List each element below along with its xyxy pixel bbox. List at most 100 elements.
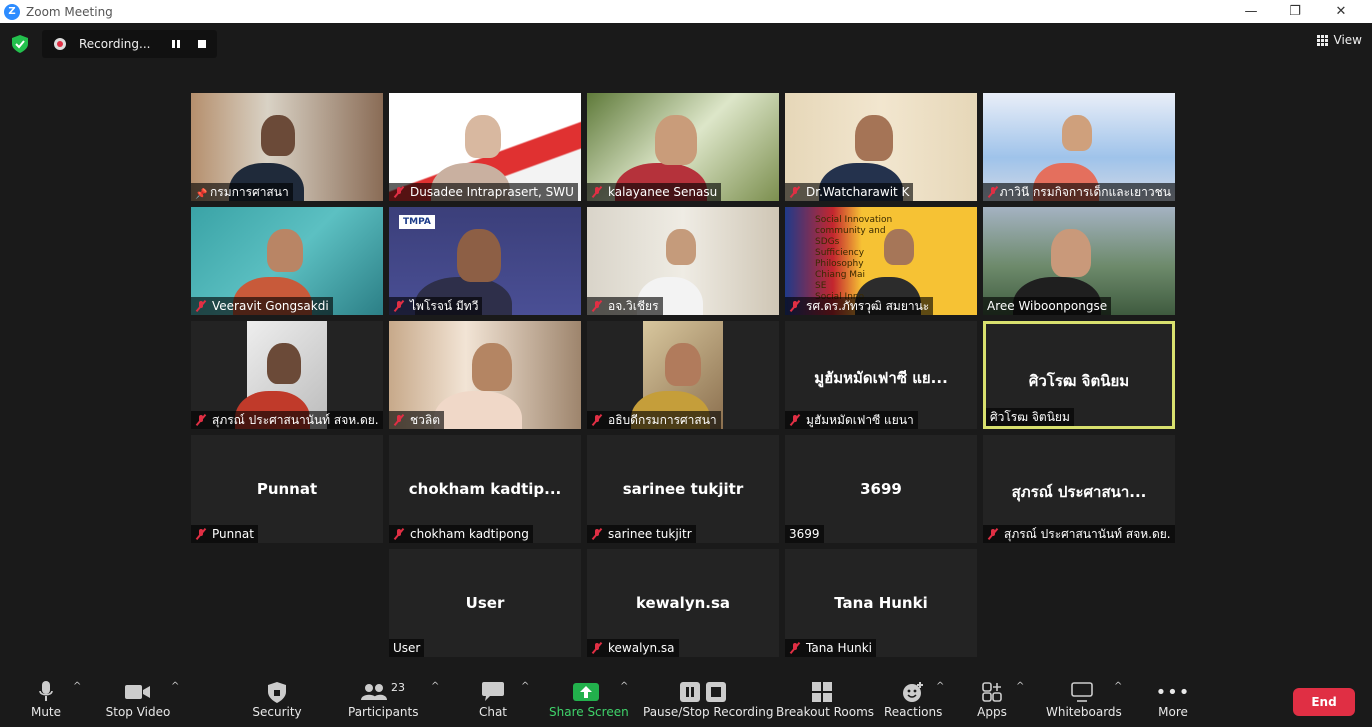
participant-face (855, 115, 894, 161)
share-screen-button[interactable]: Share Screen (549, 679, 629, 719)
participant-tile[interactable]: Dr.Watcharawit K (785, 93, 977, 201)
slide-line: Sufficiency (815, 248, 865, 258)
apps-label: Apps (977, 705, 1007, 719)
participant-name-label: kalayanee Senasu (587, 183, 722, 201)
end-meeting-button[interactable]: End (1293, 688, 1355, 716)
video-camera-icon (125, 685, 150, 699)
chat-button[interactable]: Chat (474, 679, 512, 719)
participant-name-label: ภาวินี กรมกิจการเด็กและเยาวชน (983, 183, 1175, 201)
participant-name-label: Aree Wiboonpongse (983, 297, 1112, 315)
participant-name-label: Punnat (191, 525, 258, 543)
view-button[interactable]: View (1316, 33, 1362, 47)
close-button[interactable]: ✕ (1318, 0, 1364, 23)
stop-video-button[interactable]: Stop Video (104, 679, 172, 719)
muted-microphone-icon (789, 642, 801, 654)
participant-tile[interactable]: User User (389, 549, 581, 657)
participant-name-label: 3699 (785, 525, 824, 543)
participant-tile[interactable]: kalayanee Senasu (587, 93, 779, 201)
participant-name: Punnat (212, 527, 254, 541)
muted-microphone-icon (591, 528, 603, 540)
muted-microphone-icon (393, 300, 405, 312)
participant-tile[interactable]: Dusadee Intraprasert, SWU (389, 93, 581, 201)
participant-name: ศิวโรฒ จิตนิยม (990, 410, 1070, 424)
maximize-button[interactable]: ❐ (1272, 0, 1318, 23)
participant-tile[interactable]: kewalyn.sa kewalyn.sa (587, 549, 779, 657)
muted-microphone-icon (195, 300, 207, 312)
participant-face (267, 229, 304, 273)
security-button[interactable]: Security (250, 679, 304, 719)
participant-face (261, 115, 296, 156)
reactions-button[interactable]: Reactions (884, 679, 942, 719)
participant-tile[interactable]: สุภรณ์ ประศาสนา... สุภรณ์ ประศาสนานันท์ ส… (983, 435, 1175, 543)
participant-name: Dr.Watcharawit K (806, 185, 910, 199)
stop-recording-button[interactable] (195, 37, 209, 51)
muted-microphone-icon (789, 300, 801, 312)
participant-tile[interactable]: chokham kadtip... chokham kadtipong (389, 435, 581, 543)
participant-name-label: รศ.ดร.ภัทรวุฒิ สมยานะ (785, 297, 934, 315)
participant-display-name: มูฮัมหมัดเฟาซี แย... (814, 369, 948, 387)
participant-name: ชวลิต (410, 413, 441, 427)
pause-stop-recording-button[interactable]: Pause/Stop Recording (643, 679, 773, 719)
participant-tile[interactable]: 3699 3699 (785, 435, 977, 543)
participant-name: มูฮัมหมัดเฟาซี แยนา (806, 413, 914, 427)
participant-tile[interactable]: ชวลิต (389, 321, 581, 429)
slide-line: community and (815, 226, 886, 236)
audio-options-caret-icon[interactable]: ^ (73, 681, 81, 692)
participant-name-label: Dusadee Intraprasert, SWU (389, 183, 578, 201)
participant-name-label: kewalyn.sa (587, 639, 679, 657)
participant-display-name: ศิวโรฒ จิตนิยม (1028, 372, 1130, 390)
breakout-rooms-label: Breakout Rooms (776, 705, 875, 719)
participant-face (654, 115, 697, 166)
participant-tile[interactable]: ภาวินี กรมกิจการเด็กและเยาวชน (983, 93, 1175, 201)
participant-tile[interactable]: 📌 กรมการศาสนา (191, 93, 383, 201)
mute-button[interactable]: Mute (22, 679, 70, 719)
participant-tile[interactable]: sarinee tukjitr sarinee tukjitr (587, 435, 779, 543)
participant-tile[interactable]: Aree Wiboonpongse (983, 207, 1175, 315)
video-options-caret-icon[interactable]: ^ (171, 681, 179, 692)
participant-name: ไพโรจน์ มีทวี (410, 299, 479, 313)
pause-recording-button[interactable] (169, 37, 183, 51)
participant-tile[interactable]: ศิวโรฒ จิตนิยม ศิวโรฒ จิตนิยม (983, 321, 1175, 429)
participant-tile[interactable]: อธิบดีกรมการศาสนา (587, 321, 779, 429)
participant-name-label: ไพโรจน์ มีทวี (389, 297, 483, 315)
whiteboards-options-caret-icon[interactable]: ^ (1114, 681, 1122, 692)
muted-microphone-icon (987, 186, 995, 198)
muted-microphone-icon (195, 528, 207, 540)
participant-name-label: 📌 กรมการศาสนา (191, 183, 293, 201)
breakout-rooms-button[interactable]: Breakout Rooms (776, 679, 875, 719)
minimize-button[interactable]: — (1228, 0, 1274, 23)
security-shield-icon (268, 681, 286, 703)
participant-name-label: มูฮัมหมัดเฟาซี แยนา (785, 411, 918, 429)
chat-label: Chat (478, 705, 508, 719)
participant-name-label: chokham kadtipong (389, 525, 533, 543)
title-bar: Z Zoom Meeting — ❐ ✕ (0, 0, 1372, 23)
participant-tile[interactable]: Social Innovation community and SDGs Suffic… (785, 207, 977, 315)
participant-tile[interactable]: สุภรณ์ ประศาสนานันท์ สจห.ดย. (191, 321, 383, 429)
apps-options-caret-icon[interactable]: ^ (1016, 681, 1024, 692)
encryption-shield-icon[interactable] (12, 35, 28, 53)
participant-name-label: อธิบดีกรมการศาสนา (587, 411, 721, 429)
participant-name: Veeravit Gongsakdi (212, 299, 329, 313)
slide-line: Social Innovation (815, 215, 893, 225)
whiteboards-button[interactable]: Whiteboards (1046, 679, 1122, 719)
reactions-emoji-icon (903, 682, 923, 702)
pause-stop-recording-icon (680, 682, 726, 702)
participant-tile[interactable]: Punnat Punnat (191, 435, 383, 543)
participant-face (1061, 115, 1092, 151)
participant-tile[interactable]: TMPA ไพโรจน์ มีทวี (389, 207, 581, 315)
chat-options-caret-icon[interactable]: ^ (521, 681, 529, 692)
participants-options-caret-icon[interactable]: ^ (431, 681, 439, 692)
participant-tile[interactable]: Veeravit Gongsakdi (191, 207, 383, 315)
share-options-caret-icon[interactable]: ^ (620, 681, 628, 692)
apps-button[interactable]: Apps (974, 679, 1010, 719)
participant-tile[interactable]: มูฮัมหมัดเฟาซี แย... มูฮัมหมัดเฟาซี แยนา (785, 321, 977, 429)
participant-tile[interactable]: อจ.วิเชียร (587, 207, 779, 315)
more-button[interactable]: ••• More (1152, 679, 1194, 720)
whiteboard-icon (1071, 682, 1093, 702)
participants-button[interactable]: 23 Participants (348, 679, 419, 720)
participant-name: Dusadee Intraprasert, SWU (410, 185, 574, 199)
reactions-options-caret-icon[interactable]: ^ (936, 681, 944, 692)
participant-face (267, 343, 302, 384)
participant-tile[interactable]: Tana Hunki Tana Hunki (785, 549, 977, 657)
muted-microphone-icon (591, 642, 603, 654)
